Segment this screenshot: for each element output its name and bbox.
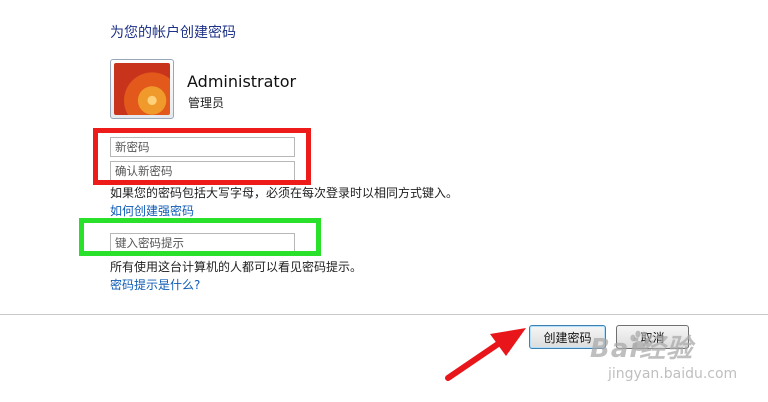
watermark-url: jingyan.baidu.com — [608, 366, 738, 382]
user-name: Administrator — [187, 72, 297, 91]
page-title: 为您的帐户创建密码 — [110, 25, 236, 41]
create-password-button[interactable]: 创建密码 — [529, 325, 606, 349]
green-highlight-box — [79, 218, 321, 256]
cancel-button[interactable]: 取消 — [616, 325, 689, 349]
case-sensitivity-note: 如果您的密码包括大写字母，必须在每次登录时以相同方式键入。 — [110, 186, 459, 200]
red-highlight-box — [93, 128, 311, 185]
flower-picture-icon — [114, 63, 170, 115]
password-hint-help-link[interactable]: 密码提示是什么? — [110, 276, 200, 293]
strong-password-link[interactable]: 如何创建强密码 — [110, 202, 194, 219]
user-avatar — [110, 59, 174, 119]
red-arrow-icon — [445, 328, 526, 381]
footer-divider — [0, 314, 768, 315]
user-role: 管理员 — [188, 96, 225, 110]
hint-visibility-note: 所有使用这台计算机的人都可以看见密码提示。 — [110, 260, 363, 274]
